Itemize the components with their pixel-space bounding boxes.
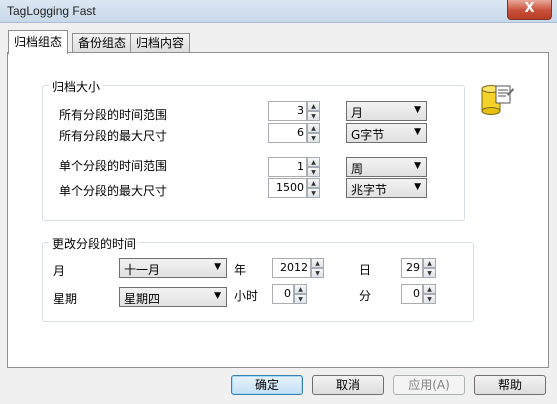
month-label: 月: [53, 264, 66, 278]
month-select[interactable]: 十一月 ▼: [119, 258, 227, 278]
spin-up-icon[interactable]: ▲: [307, 157, 320, 167]
minute-input[interactable]: 0: [401, 284, 423, 304]
total-time-range-label: 所有分段的时间范围: [59, 108, 168, 122]
spin-down-icon[interactable]: ▼: [294, 294, 307, 304]
tab-backup-config[interactable]: 备份组态: [72, 33, 133, 53]
chevron-down-icon: ▼: [214, 262, 221, 272]
weekday-label: 星期: [53, 292, 78, 306]
spin-down-icon[interactable]: ▼: [423, 268, 436, 278]
group-title: 归档大小: [49, 78, 104, 95]
cancel-button[interactable]: 取消: [312, 375, 384, 395]
select-value: 星期四: [124, 292, 161, 306]
spin-down-icon[interactable]: ▼: [307, 133, 320, 143]
day-input[interactable]: 29: [401, 258, 423, 278]
segment-max-size-unit-select[interactable]: 兆字节 ▼: [346, 178, 427, 198]
total-time-range-unit-select[interactable]: 月 ▼: [346, 101, 427, 121]
spin-down-icon[interactable]: ▼: [311, 268, 324, 278]
total-time-range-input[interactable]: 3: [268, 101, 307, 121]
spin-up-icon[interactable]: ▲: [307, 178, 320, 188]
apply-button[interactable]: 应用(A): [393, 375, 465, 395]
tab-archive-config[interactable]: 归档组态: [8, 30, 69, 54]
select-value: G字节: [351, 128, 385, 142]
spin-up-icon[interactable]: ▲: [423, 258, 436, 268]
spin-down-icon[interactable]: ▼: [423, 294, 436, 304]
day-label: 日: [359, 263, 372, 277]
spin-up-icon[interactable]: ▲: [423, 284, 436, 294]
spin-up-icon[interactable]: ▲: [311, 258, 324, 268]
tab-label: 归档内容: [136, 36, 185, 50]
segment-time-range-label: 单个分段的时间范围: [59, 159, 168, 173]
title-bar: TagLogging Fast X: [0, 0, 557, 23]
select-value: 周: [351, 162, 364, 176]
tab-label: 备份组态: [78, 36, 127, 50]
chevron-down-icon: ▼: [414, 161, 421, 171]
ok-button[interactable]: 确定: [231, 375, 303, 395]
tab-archive-content[interactable]: 归档内容: [130, 33, 191, 53]
total-max-size-input[interactable]: 6: [268, 123, 307, 143]
segment-time-range-input[interactable]: 1: [268, 157, 307, 177]
minute-label: 分: [359, 289, 372, 303]
year-input[interactable]: 2012: [272, 258, 311, 278]
tab-panel: 归档大小 所有分段的时间范围 3 ▲ ▼ 月 ▼ 所有分段的最大尺寸 6 ▲ ▼ G…: [7, 52, 549, 368]
window-title: TagLogging Fast: [7, 4, 96, 18]
select-value: 十一月: [124, 263, 161, 277]
help-button[interactable]: 帮助: [474, 375, 546, 395]
hour-label: 小时: [234, 289, 259, 303]
spin-up-icon[interactable]: ▲: [307, 123, 320, 133]
chevron-down-icon: ▼: [414, 105, 421, 115]
spin-up-icon[interactable]: ▲: [307, 101, 320, 111]
chevron-down-icon: ▼: [214, 291, 221, 301]
chevron-down-icon: ▼: [414, 127, 421, 137]
spin-up-icon[interactable]: ▲: [294, 284, 307, 294]
close-button[interactable]: X: [507, 0, 552, 20]
tab-label: 归档组态: [14, 35, 63, 49]
archive-database-icon: [481, 85, 514, 115]
segment-time-range-unit-select[interactable]: 周 ▼: [346, 157, 427, 177]
select-value: 兆字节: [351, 183, 388, 197]
weekday-select[interactable]: 星期四 ▼: [119, 287, 227, 307]
spin-down-icon[interactable]: ▼: [307, 167, 320, 177]
chevron-down-icon: ▼: [414, 182, 421, 192]
spin-down-icon[interactable]: ▼: [307, 111, 320, 121]
total-max-size-label: 所有分段的最大尺寸: [59, 129, 168, 143]
segment-max-size-input[interactable]: 1500: [268, 178, 307, 198]
segment-time-group: 更改分段的时间: [42, 235, 474, 322]
year-label: 年: [234, 263, 247, 277]
total-max-size-unit-select[interactable]: G字节 ▼: [346, 123, 427, 143]
hour-input[interactable]: 0: [272, 284, 294, 304]
group-title: 更改分段的时间: [49, 235, 140, 252]
spin-down-icon[interactable]: ▼: [307, 188, 320, 198]
select-value: 月: [351, 106, 364, 120]
segment-max-size-label: 单个分段的最大尺寸: [59, 184, 168, 198]
